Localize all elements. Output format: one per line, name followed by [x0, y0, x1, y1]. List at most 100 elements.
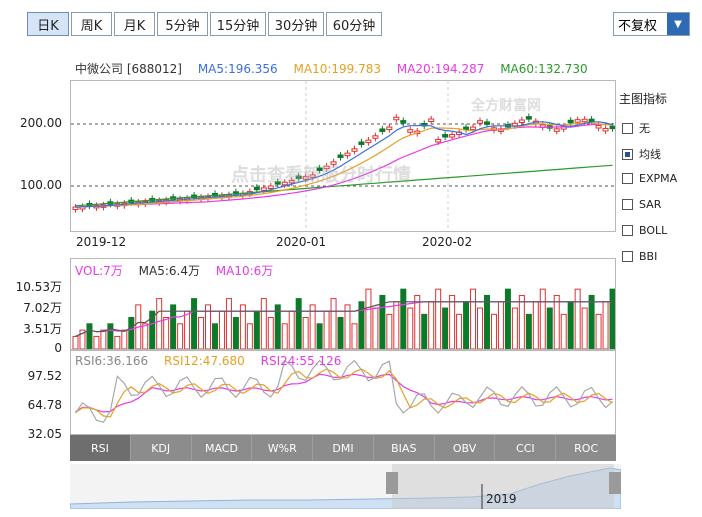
checkbox-icon[interactable] [622, 251, 633, 262]
vol-ma10-value: MA10:6万 [215, 264, 274, 278]
volume-bar [267, 317, 274, 350]
volume-bar [121, 329, 128, 350]
candle [435, 139, 442, 143]
indicator-option-boll[interactable]: BOLL [622, 224, 667, 237]
volume-bar [595, 313, 602, 350]
volume-bar [588, 294, 595, 350]
volume-bar [211, 323, 218, 350]
candle [351, 148, 358, 152]
watermark-link[interactable]: 点击查看新版分时行情 [231, 161, 411, 187]
candle [344, 152, 351, 157]
volume-bar [539, 288, 546, 350]
volume-bar [107, 323, 114, 350]
stock-name: 中微公司 [688012] [75, 62, 182, 76]
tab-obv[interactable]: OBV [435, 435, 496, 461]
volume-bar [546, 307, 553, 350]
candle [386, 126, 393, 131]
tab-60min[interactable]: 60分钟 [326, 12, 382, 36]
volume-bar [602, 301, 609, 350]
tab-5min[interactable]: 5分钟 [157, 12, 208, 36]
volume-bar [114, 335, 121, 350]
navigator-right-handle[interactable] [609, 472, 621, 494]
rsi12-value: RSI12:47.680 [164, 354, 245, 368]
navigator-left-handle[interactable] [386, 472, 398, 494]
volume-bar [302, 317, 309, 350]
tab-15min[interactable]: 15分钟 [210, 12, 266, 36]
volume-bar [581, 307, 588, 350]
candle [518, 119, 525, 123]
indicator-option-ma[interactable]: 均线 [622, 146, 661, 162]
tab-kdj[interactable]: KDJ [131, 435, 192, 461]
candle [442, 134, 449, 138]
volume-bar [218, 310, 225, 350]
main-indicator-title: 主图指标 [619, 92, 668, 106]
kline-ytick-200: 200.00 [20, 116, 62, 130]
volume-bar [393, 301, 400, 350]
candle [567, 119, 574, 124]
candle [400, 120, 407, 124]
fuquan-label: 不复权 [618, 18, 658, 34]
volume-panel[interactable]: VOL:7万 MA5:6.4万 MA10:6万 [70, 258, 616, 350]
volume-bar [253, 310, 260, 350]
volume-bar [504, 288, 511, 350]
volume-bar [574, 288, 581, 350]
candle [581, 118, 588, 123]
candle [588, 118, 595, 123]
checkbox-icon[interactable] [622, 225, 633, 236]
volume-bar [400, 288, 407, 350]
indicator-option-sar[interactable]: SAR [622, 198, 661, 211]
tab-dmi[interactable]: DMI [313, 435, 374, 461]
watermark-logo: 全方财富网 [471, 98, 541, 114]
kline-ytick-100: 100.00 [20, 178, 62, 192]
volume-bar [456, 313, 463, 350]
volume-bar [163, 317, 170, 350]
checkbox-checked-icon[interactable] [622, 148, 633, 160]
range-navigator[interactable]: 2019 [69, 464, 622, 510]
rsi-ytick-1: 97.52 [27, 369, 62, 383]
candle [595, 125, 602, 129]
vol-ytick-1: 10.53万 [15, 280, 62, 294]
xtick-2020-02: 2020-02 [422, 235, 473, 249]
rsi24-line [75, 373, 613, 413]
fuquan-select[interactable]: 不复权 ▼ [613, 12, 690, 36]
tab-cci[interactable]: CCI [495, 435, 557, 461]
tab-daily[interactable]: 日K [27, 12, 69, 36]
checkbox-icon[interactable] [622, 173, 633, 184]
tab-rsi[interactable]: RSI [70, 435, 131, 461]
xtick-2020-01: 2020-01 [276, 235, 327, 249]
volume-bar [142, 323, 149, 350]
ma10-value: MA10:199.783 [293, 62, 382, 76]
chevron-down-icon[interactable]: ▼ [667, 13, 689, 35]
ma5-value: MA5:196.356 [197, 62, 278, 76]
tab-weekly[interactable]: 周K [71, 12, 112, 36]
volume-bar [351, 323, 358, 350]
ma-legend: 中微公司 [688012] MA5:196.356 MA10:199.783 M… [75, 60, 600, 77]
tab-30min[interactable]: 30分钟 [268, 12, 324, 36]
candle [372, 135, 379, 139]
volume-bar [281, 323, 288, 350]
checkbox-icon[interactable] [622, 199, 633, 210]
candle [358, 141, 365, 145]
kline-panel[interactable]: 全方财富网 点击查看新版分时行情 [70, 80, 616, 232]
indicator-option-none[interactable]: 无 [622, 120, 650, 136]
tab-roc[interactable]: ROC [556, 435, 616, 461]
period-tabs: 日K 周K 月K 5分钟 15分钟 30分钟 60分钟 [27, 12, 384, 36]
volume-bar [93, 335, 100, 350]
tab-wr[interactable]: W%R [252, 435, 314, 461]
tab-macd[interactable]: MACD [192, 435, 253, 461]
indicator-tabs: RSI KDJ MACD W%R DMI BIAS OBV CCI ROC [70, 435, 616, 461]
candle [379, 128, 386, 132]
checkbox-icon[interactable] [622, 122, 633, 134]
indicator-option-expma[interactable]: EXPMA [622, 172, 677, 185]
rsi-panel[interactable]: RSI6:36.166 RSI12:47.680 RSI24:55.126 [70, 350, 616, 435]
candle [525, 116, 532, 120]
volume-bar [177, 323, 184, 350]
rsi24-value: RSI24:55.126 [260, 354, 342, 368]
indicator-option-bbi[interactable]: BBI [622, 250, 657, 263]
volume-bar [330, 298, 337, 350]
volume-bar [609, 288, 616, 350]
tab-bias[interactable]: BIAS [374, 435, 435, 461]
volume-bar [532, 301, 539, 350]
tab-monthly[interactable]: 月K [114, 12, 155, 36]
volume-bar [477, 307, 484, 350]
